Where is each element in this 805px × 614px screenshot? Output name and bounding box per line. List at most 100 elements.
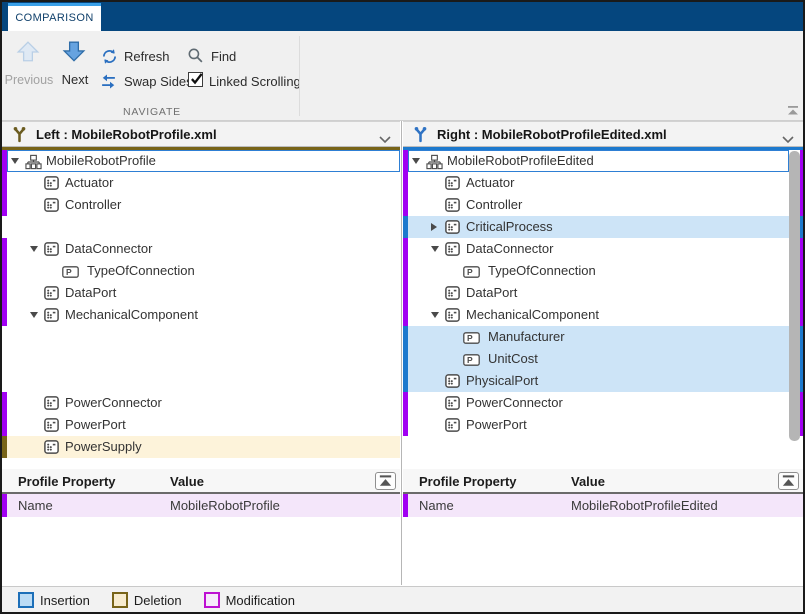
tree-item-label: Actuator [65, 172, 113, 194]
swap-sides-button[interactable]: Swap Sides [124, 74, 193, 90]
next-button[interactable]: Next [54, 72, 96, 88]
property-icon: P [62, 265, 79, 283]
tab-comparison[interactable]: COMPARISON [8, 3, 101, 31]
svg-text:P: P [467, 267, 473, 277]
tree-item-label: DataPort [65, 282, 116, 304]
column-profile-property: Profile Property [419, 474, 517, 489]
expander-collapsed-icon[interactable] [431, 223, 437, 231]
left-panel-header[interactable]: Left : MobileRobotProfile.xml [2, 121, 400, 147]
tree-item-MechanicalComponent[interactable]: MechanicalComponent [403, 304, 803, 326]
tree-item-label: UnitCost [488, 348, 538, 370]
branch-icon [413, 126, 428, 148]
collapse-panel-button[interactable] [375, 472, 396, 490]
tree-item-Actuator[interactable]: Actuator [2, 172, 400, 194]
expander-expanded-icon[interactable] [431, 312, 439, 318]
tree-item-label: Controller [466, 194, 522, 216]
svg-text:P: P [66, 267, 72, 277]
column-value: Value [571, 474, 605, 489]
property-value-cell: MobileRobotProfile [170, 494, 280, 517]
tree-item-label: PowerPort [466, 414, 527, 436]
swap-sides-icon[interactable] [100, 73, 117, 95]
tree-item-label: DataConnector [65, 238, 152, 260]
tree-item-label: DataPort [466, 282, 517, 304]
stereotype-icon [44, 418, 59, 437]
collapse-ribbon-icon[interactable] [786, 103, 800, 121]
collapse-panel-button[interactable] [778, 472, 799, 490]
tree-item-label: CriticalProcess [466, 216, 553, 238]
column-profile-property: Profile Property [18, 474, 116, 489]
svg-text:P: P [467, 355, 473, 365]
tree-item-Actuator[interactable]: Actuator [403, 172, 803, 194]
property-row[interactable]: Name MobileRobotProfile [2, 494, 400, 517]
tree-item-label: Manufacturer [488, 326, 565, 348]
tree-item-CriticalProcess[interactable]: CriticalProcess [403, 216, 803, 238]
tree-item-label: PowerSupply [65, 436, 142, 458]
tree-item-MobileRobotProfile[interactable]: MobileRobotProfile [2, 150, 400, 172]
expander-expanded-icon[interactable] [11, 158, 19, 164]
expander-expanded-icon[interactable] [30, 246, 38, 252]
scrollbar-diff-marker-modification [800, 238, 803, 326]
tree-item-PhysicalPort[interactable]: PhysicalPort [403, 370, 803, 392]
stereotype-icon [44, 242, 59, 261]
tree-item-DataConnector[interactable]: DataConnector [403, 238, 803, 260]
property-name-cell: Name [419, 494, 454, 517]
legend-label: Insertion [40, 593, 90, 608]
tree-item-label: DataConnector [466, 238, 553, 260]
tree-item-label: MechanicalComponent [466, 304, 599, 326]
stereotype-icon [44, 396, 59, 415]
left-tree: MobileRobotProfileActuatorController Data… [2, 147, 400, 463]
previous-arrow-icon[interactable] [16, 40, 40, 69]
tree-item-PowerPort[interactable]: PowerPort [2, 414, 400, 436]
property-name-cell: Name [18, 494, 53, 517]
tree-item-Manufacturer[interactable]: PManufacturer [403, 326, 803, 348]
next-arrow-icon[interactable] [62, 40, 86, 69]
tree-item-label: Actuator [466, 172, 514, 194]
tree-item-label: MobileRobotProfileEdited [447, 150, 594, 172]
property-value-cell: MobileRobotProfileEdited [571, 494, 718, 517]
linked-scrolling-label[interactable]: Linked Scrolling [209, 74, 301, 90]
tree-item-PowerPort[interactable]: PowerPort [403, 414, 803, 436]
linked-scrolling-checkbox[interactable] [188, 72, 203, 87]
legend-label: Modification [226, 593, 295, 608]
tree-item-PowerSupply[interactable]: PowerSupply [2, 436, 400, 458]
legend-swatch-insertion [18, 592, 34, 608]
property-row[interactable]: Name MobileRobotProfileEdited [403, 494, 803, 517]
right-panel-header[interactable]: Right : MobileRobotProfileEdited.xml [403, 121, 803, 147]
scrollbar-thumb[interactable] [789, 151, 800, 441]
refresh-button[interactable]: Refresh [124, 49, 170, 65]
expander-expanded-icon[interactable] [431, 246, 439, 252]
tree-item-UnitCost[interactable]: P UnitCost [403, 348, 803, 370]
stereotype-icon [44, 176, 59, 195]
stereotype-icon [44, 440, 59, 459]
previous-button[interactable]: Previous [2, 72, 56, 88]
stereotype-icon [445, 374, 460, 393]
tree-item-DataPort[interactable]: DataPort [2, 282, 400, 304]
tree-item-DataConnector[interactable]: DataConnector [2, 238, 400, 260]
tree-item-MobileRobotProfileEdited[interactable]: MobileRobotProfileEdited [403, 150, 803, 172]
branch-icon [12, 126, 27, 148]
tree-item-Controller[interactable]: Controller [403, 194, 803, 216]
tree-item-label: PowerConnector [65, 392, 162, 414]
tree-item-label: TypeOfConnection [87, 260, 195, 282]
left-property-panel: Profile Property Value NameMobileRobotPr… [2, 467, 400, 585]
tree-item-DataPort[interactable]: DataPort [403, 282, 803, 304]
tree-item-PowerConnector[interactable]: PowerConnector [2, 392, 400, 414]
tree-item-TypeOfConnection[interactable]: P TypeOfConnection [2, 260, 400, 282]
expander-expanded-icon[interactable] [412, 158, 420, 164]
expander-expanded-icon[interactable] [30, 312, 38, 318]
tree-item-TypeOfConnection[interactable]: P TypeOfConnection [403, 260, 803, 282]
right-property-panel: Profile Property Value Name MobileRobotPr… [403, 467, 803, 585]
stereotype-icon [445, 286, 460, 305]
tree-item-label: PowerConnector [466, 392, 563, 414]
refresh-icon[interactable] [101, 48, 118, 70]
tree-item-Controller[interactable]: Controller [2, 194, 400, 216]
tree-item-label: TypeOfConnection [488, 260, 596, 282]
tree-item-PowerConnector[interactable]: PowerConnector [403, 392, 803, 414]
search-icon[interactable] [187, 47, 204, 69]
left-panel-title: Left : MobileRobotProfile.xml [36, 122, 217, 147]
right-tree: MobileRobotProfileEditedActuatorControll… [403, 147, 803, 463]
tree-item-label: MobileRobotProfile [46, 150, 156, 172]
find-button[interactable]: Find [211, 49, 236, 65]
tree-item-MechanicalComponent[interactable]: MechanicalComponent [2, 304, 400, 326]
stereotype-icon [445, 220, 460, 239]
